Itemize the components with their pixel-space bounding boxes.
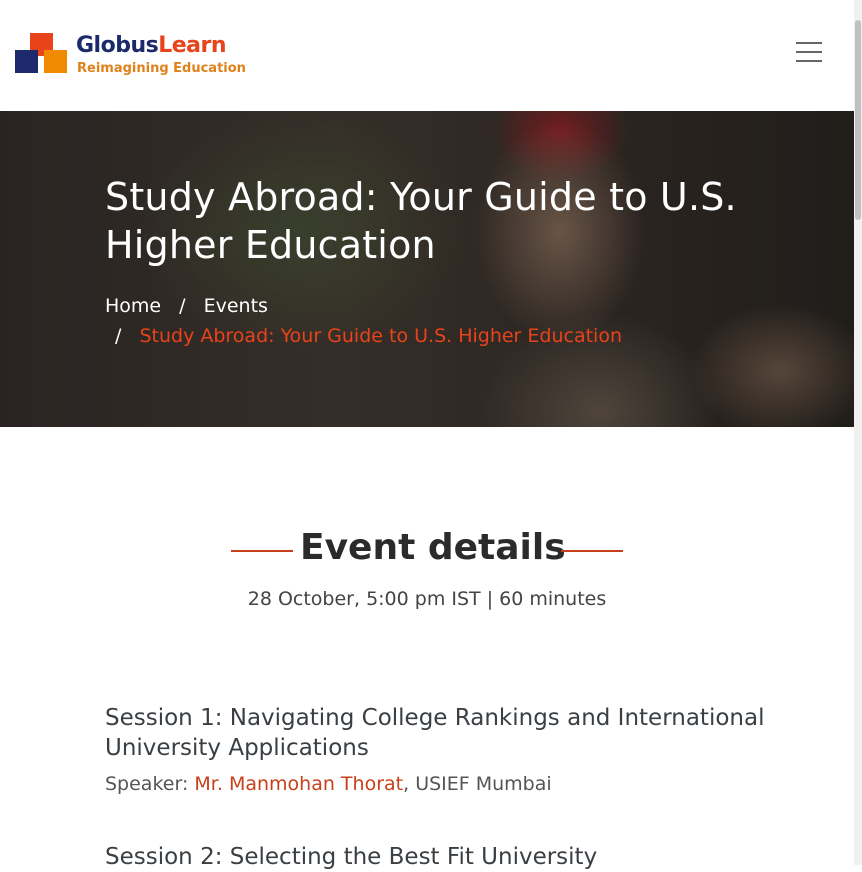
page-scrollbar[interactable]: [854, 0, 862, 865]
hero-banner: Study Abroad: Your Guide to U.S. Higher …: [0, 111, 854, 427]
breadcrumb-separator: /: [179, 295, 186, 317]
brand-tagline: Reimagining Education: [77, 61, 246, 76]
event-meta: 28 October, 5:00 pm IST | 60 minutes: [247, 588, 607, 610]
site-header: GlobusLearn Reimagining Education: [0, 0, 854, 111]
globuslearn-logo[interactable]: GlobusLearn Reimagining Education: [15, 33, 246, 81]
session-title: Session 1: Navigating College Rankings a…: [105, 705, 765, 761]
page-title: Study Abroad: Your Guide to U.S. Higher …: [105, 175, 737, 267]
speaker-org: , USIEF Mumbai: [403, 773, 552, 795]
breadcrumb-home-link[interactable]: Home: [105, 295, 161, 317]
breadcrumb: Home / Events / Study Abroad: Your Guide…: [105, 291, 785, 351]
heading-rule-right: [561, 550, 623, 552]
speaker-name-link[interactable]: Mr. Manmohan Thorat: [194, 773, 403, 795]
brand-name: GlobusLearn: [76, 33, 227, 58]
session-speaker: Speaker: Mr. Manmohan Thorat, USIEF Mumb…: [105, 773, 765, 795]
breadcrumb-events-link[interactable]: Events: [204, 295, 268, 317]
breadcrumb-current: Study Abroad: Your Guide to U.S. Higher …: [139, 325, 623, 347]
session-item: Session 2: Selecting the Best Fit Univer…: [105, 842, 765, 872]
breadcrumb-separator: /: [115, 325, 122, 347]
session-item: Session 1: Navigating College Rankings a…: [105, 703, 765, 795]
event-details-title: Event details: [300, 527, 566, 568]
logo-mark-icon: [15, 33, 71, 75]
heading-rule-left: [231, 550, 293, 552]
session-title: Session 2: Selecting the Best Fit Univer…: [105, 844, 598, 870]
hamburger-menu-icon[interactable]: [796, 42, 822, 64]
event-details-heading: Event details: [0, 527, 854, 577]
speaker-label: Speaker:: [105, 773, 189, 795]
scrollbar-thumb[interactable]: [855, 20, 861, 220]
